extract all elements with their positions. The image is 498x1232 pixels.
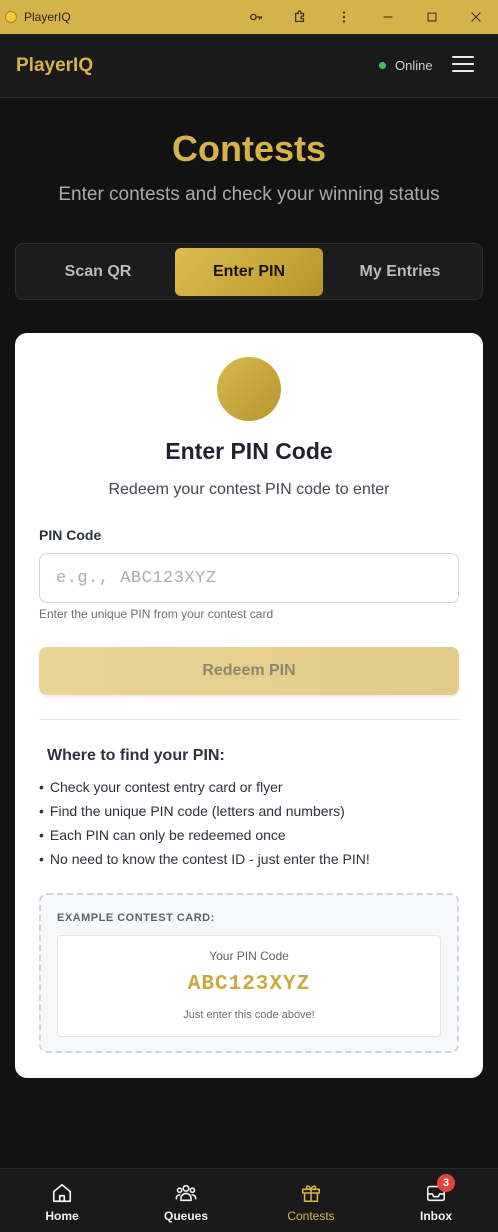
nav-label: Queues: [163, 1209, 208, 1223]
minimize-icon[interactable]: [366, 0, 410, 34]
example-caption: Your PIN Code: [209, 949, 289, 963]
close-icon[interactable]: [454, 0, 498, 34]
card-description: Redeem your contest PIN code to enter: [108, 481, 390, 498]
maximize-icon[interactable]: [410, 0, 454, 34]
divider: [39, 719, 459, 720]
help-list: Check your contest entry card or flyer F…: [39, 777, 370, 873]
nav-contests[interactable]: Contests: [249, 1169, 373, 1232]
nav-queues[interactable]: Queues: [124, 1169, 248, 1232]
gift-icon: [300, 1182, 322, 1204]
inbox-badge: 3: [437, 1174, 455, 1192]
app-header: PlayerIQ Online: [0, 34, 498, 98]
example-contest-card: EXAMPLE CONTEST CARD: Your PIN Code ABC1…: [39, 893, 459, 1053]
nav-label: Contests: [287, 1209, 335, 1223]
example-pin-code: ABC123XYZ: [187, 973, 311, 996]
more-vertical-icon[interactable]: [322, 0, 366, 34]
coin-icon: [217, 357, 281, 421]
page-title: Contests: [171, 128, 327, 169]
users-icon: [175, 1182, 197, 1204]
help-list-item: Check your contest entry card or flyer: [39, 777, 370, 801]
window-title: PlayerIQ: [24, 10, 71, 24]
inbox-icon: 3: [425, 1174, 455, 1204]
pin-card: Enter PIN Code Redeem your contest PIN c…: [15, 333, 483, 1078]
app-logo-icon: [5, 11, 17, 23]
page-subtitle: Enter contests and check your winning st…: [58, 184, 440, 205]
help-list-item: No need to know the contest ID - just en…: [39, 849, 370, 873]
window-title-bar: PlayerIQ: [0, 0, 498, 34]
nav-home[interactable]: Home: [0, 1169, 124, 1232]
status-text: Online: [395, 58, 433, 73]
help-list-item: Find the unique PIN code (letters and nu…: [39, 801, 370, 825]
contest-tabs: Scan QR Enter PIN My Entries: [15, 243, 483, 300]
nav-label: Inbox: [420, 1209, 452, 1223]
extension-icon[interactable]: [278, 0, 322, 34]
connection-status: Online: [379, 58, 433, 73]
example-label: EXAMPLE CONTEST CARD:: [57, 912, 215, 924]
tab-enter-pin[interactable]: Enter PIN: [175, 248, 323, 296]
pin-field-label: PIN Code: [39, 527, 102, 543]
key-icon[interactable]: [234, 0, 278, 34]
help-title: Where to find your PIN:: [47, 747, 225, 764]
redeem-pin-button[interactable]: Redeem PIN: [39, 647, 459, 695]
pin-field-hint: Enter the unique PIN from your contest c…: [39, 607, 274, 621]
card-title: Enter PIN Code: [165, 438, 333, 464]
home-icon: [51, 1182, 73, 1204]
pin-input[interactable]: [39, 553, 459, 603]
nav-label: Home: [45, 1209, 79, 1223]
status-dot-icon: [379, 62, 386, 69]
nav-inbox[interactable]: 3 Inbox: [374, 1169, 498, 1232]
tab-my-entries[interactable]: My Entries: [326, 248, 474, 296]
hamburger-menu-icon[interactable]: [452, 56, 474, 74]
example-footer: Just enter this code above!: [183, 1009, 315, 1021]
help-list-item: Each PIN can only be redeemed once: [39, 825, 370, 849]
bottom-nav: Home Queues Contests 3 Inbox: [0, 1168, 498, 1232]
brand-logo[interactable]: PlayerIQ: [16, 55, 93, 77]
tab-scan-qr[interactable]: Scan QR: [24, 248, 172, 296]
example-card-inner: Your PIN Code ABC123XYZ Just enter this …: [57, 935, 441, 1037]
